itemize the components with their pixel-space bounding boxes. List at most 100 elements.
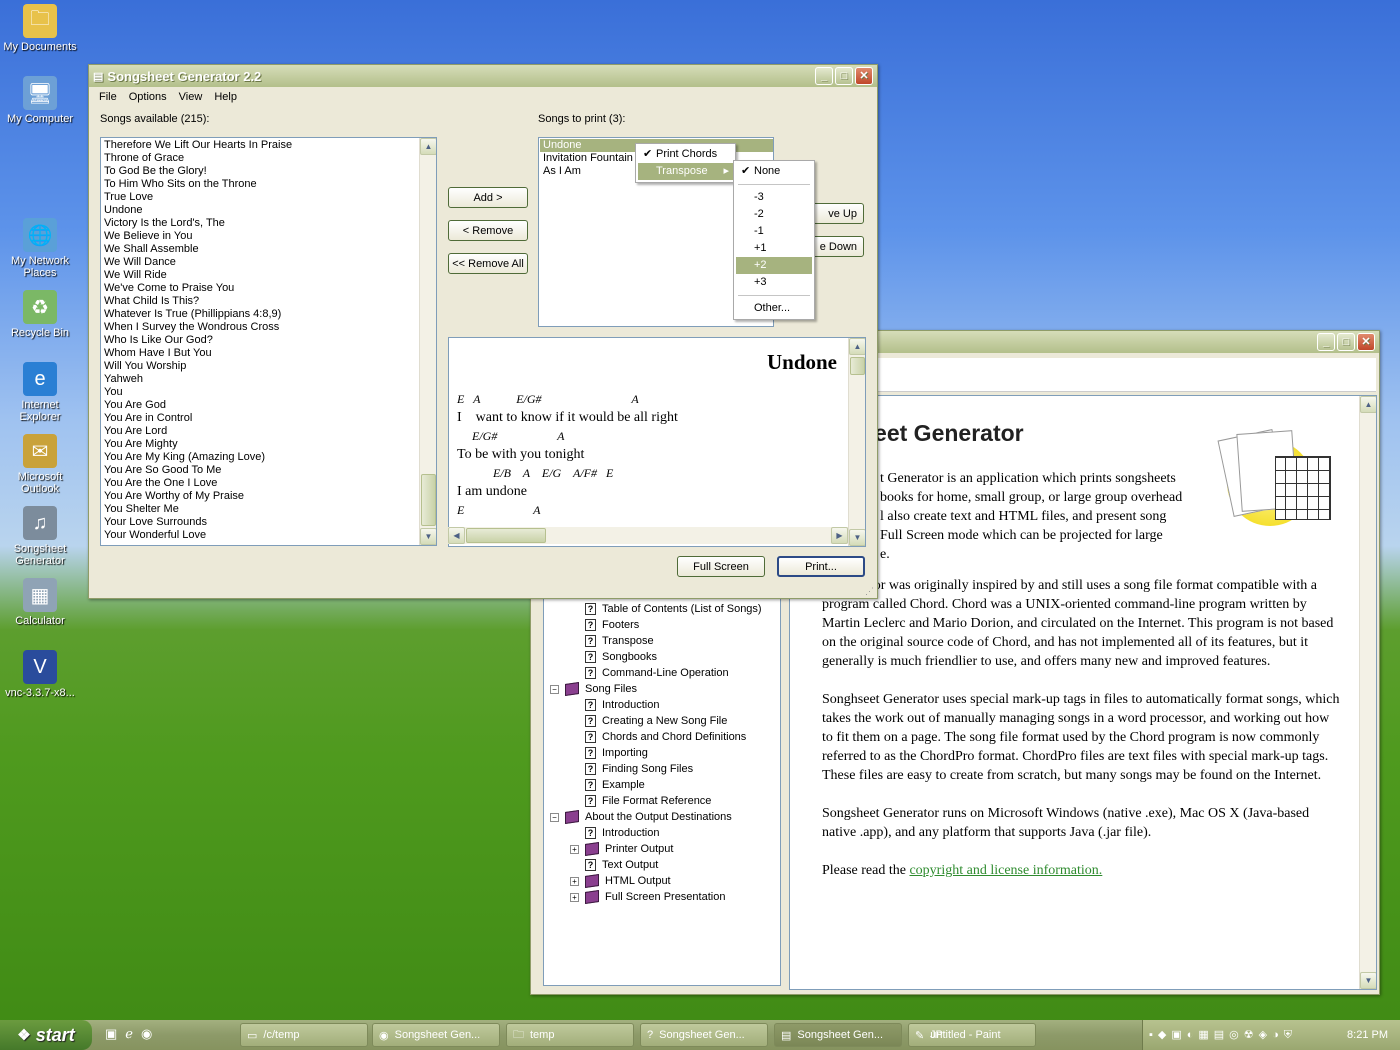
taskbar-button[interactable]: ▤ Songsheet Gen... — [774, 1023, 902, 1047]
taskbar-button[interactable]: 🗀 temp — [506, 1023, 634, 1047]
scroll-down-icon[interactable]: ▼ — [420, 528, 436, 545]
menu-help[interactable]: Help — [208, 91, 243, 103]
desktop-icon-network[interactable]: 🌐 My Network Places — [0, 218, 80, 279]
help-tree-item[interactable]: + HTML Output — [570, 873, 671, 889]
song-list-item[interactable]: To Him Who Sits on the Throne — [101, 178, 436, 191]
help-tree-item[interactable]: + Full Screen Presentation — [570, 889, 725, 905]
help-tree-item[interactable]: ? Creating a New Song File — [570, 713, 727, 729]
scroll-thumb[interactable] — [421, 474, 436, 526]
transpose-option[interactable]: Other... — [736, 300, 812, 317]
help-tree-item[interactable]: ? Text Output — [570, 857, 658, 873]
song-list-item[interactable]: You Shelter Me — [101, 503, 436, 516]
song-list-item[interactable]: Yahweh — [101, 373, 436, 386]
song-list-item[interactable]: You Are My King (Amazing Love) — [101, 451, 436, 464]
help-tree-item[interactable]: + Printer Output — [570, 841, 673, 857]
song-list-item[interactable]: You Are in Control — [101, 412, 436, 425]
preview-hscrollbar[interactable]: ◀ ▶ — [448, 527, 848, 544]
menu-options[interactable]: Options — [123, 91, 173, 103]
help-tree-item[interactable]: ? Introduction — [570, 825, 659, 841]
transpose-option[interactable]: -3 — [736, 189, 812, 206]
ie-quicklaunch-icon[interactable]: ℯ — [125, 1026, 133, 1042]
expand-icon[interactable]: + — [570, 844, 579, 854]
help-tree-item[interactable]: − About the Output Destinations — [550, 809, 732, 825]
song-list-item[interactable]: You Are Mighty — [101, 438, 436, 451]
transpose-option[interactable]: -2 — [736, 206, 812, 223]
tray-icons[interactable]: ▪◆▣◐▦▤◎☢◈◑⛨ — [1149, 1028, 1297, 1042]
add-button[interactable]: Add > — [448, 187, 528, 208]
song-list-item[interactable]: Whatever Is True (Phillippians 4:8,9) — [101, 308, 436, 321]
scroll-up-icon[interactable]: ▲ — [420, 138, 436, 155]
help-tree-item[interactable]: ? Command-Line Operation — [570, 665, 729, 681]
help-tree-item[interactable]: ? Table of Contents (List of Songs) — [570, 601, 762, 617]
collapse-icon[interactable]: − — [550, 684, 559, 694]
desktop-icon-vnc[interactable]: Vvnc-3.3.7-x8... — [0, 650, 80, 699]
song-list-item[interactable]: We Believe in You — [101, 230, 436, 243]
print-chords-menu-item[interactable]: ✔ Print Chords — [638, 146, 733, 163]
help-tree-item[interactable]: ? Transpose — [570, 633, 654, 649]
lang-indicator[interactable]: JP — [930, 1029, 943, 1041]
minimize-icon[interactable]: _ — [1317, 333, 1335, 351]
print-button[interactable]: Print... — [777, 556, 865, 577]
desktop-quicklaunch-icon[interactable]: ▣ — [105, 1026, 117, 1042]
help-tree-item[interactable]: ? Chords and Chord Definitions — [570, 729, 746, 745]
song-list-item[interactable]: True Love — [101, 191, 436, 204]
desktop-icon-outlook[interactable]: ✉ Microsoft Outlook — [0, 434, 80, 495]
song-list-item[interactable]: We Will Ride — [101, 269, 436, 282]
transpose-option[interactable]: +1 — [736, 240, 812, 257]
desktop-icon-computer[interactable]: 🖥 My Computer — [0, 76, 80, 125]
song-list-item[interactable]: What Child Is This? — [101, 295, 436, 308]
song-list-item[interactable]: When I Survey the Wondrous Cross — [101, 321, 436, 334]
song-list-item[interactable]: You Are Worthy of My Praise — [101, 490, 436, 503]
maximize-icon[interactable]: □ — [1337, 333, 1355, 351]
taskbar-button[interactable]: ▭/c/temp — [240, 1023, 368, 1047]
main-titlebar[interactable]: ▤ Songsheet Generator 2.2 _ □ ✕ — [89, 65, 877, 87]
song-list-item[interactable]: Whom Have I But You — [101, 347, 436, 360]
help-tree-item[interactable]: ? Footers — [570, 617, 639, 633]
song-list-item[interactable]: We Will Dance — [101, 256, 436, 269]
songs-available-scrollbar[interactable]: ▲ ▼ — [419, 138, 436, 545]
transpose-option[interactable]: +3 — [736, 274, 812, 291]
song-list-item[interactable]: You Are So Good To Me — [101, 464, 436, 477]
song-list-item[interactable]: You Are the One I Love — [101, 477, 436, 490]
menu-file[interactable]: File — [93, 91, 123, 103]
song-list-item[interactable]: Who Is Like Our God? — [101, 334, 436, 347]
scroll-down-icon[interactable]: ▼ — [849, 529, 865, 546]
transpose-menu-item[interactable]: Transpose ▸ — [638, 163, 733, 180]
full-screen-button[interactable]: Full Screen — [677, 556, 765, 577]
songs-available-list[interactable]: Therefore We Lift Our Hearts In Praise Th… — [100, 137, 437, 546]
desktop-icon-folder[interactable]: 🗀 My Documents — [0, 4, 80, 53]
resize-grip-icon[interactable]: ⋰ — [865, 586, 875, 596]
maximize-icon[interactable]: □ — [835, 67, 853, 85]
help-tree-item[interactable]: ? File Format Reference — [570, 793, 711, 809]
firefox-quicklaunch-icon[interactable]: ◉ — [141, 1026, 152, 1042]
song-list-item[interactable]: Will You Worship — [101, 360, 436, 373]
expand-icon[interactable]: + — [570, 876, 579, 886]
song-list-item[interactable]: You Are Lord — [101, 425, 436, 438]
song-list-item[interactable]: Your Wonderful Love — [101, 529, 436, 542]
minimize-icon[interactable]: _ — [815, 67, 833, 85]
scroll-up-icon[interactable]: ▲ — [849, 338, 865, 355]
song-list-item[interactable]: We Shall Assemble — [101, 243, 436, 256]
help-tree-item[interactable]: ? Introduction — [570, 697, 659, 713]
desktop-icon-songsheet[interactable]: ♫ Songsheet Generator — [0, 506, 80, 567]
close-icon[interactable]: ✕ — [855, 67, 873, 85]
transpose-option[interactable]: +2 — [736, 257, 812, 274]
help-tree-item[interactable]: ? Example — [570, 777, 645, 793]
song-list-item[interactable]: Victory Is the Lord's, The — [101, 217, 436, 230]
song-list-item[interactable]: We've Come to Praise You — [101, 282, 436, 295]
song-list-item[interactable]: You — [101, 386, 436, 399]
remove-button[interactable]: < Remove — [448, 220, 528, 241]
help-tree-item[interactable]: − Song Files — [550, 681, 637, 697]
desktop-icon-ie[interactable]: e Internet Explorer — [0, 362, 80, 423]
scroll-right-icon[interactable]: ▶ — [831, 527, 848, 544]
desktop-icon-recycle-bin[interactable]: ♻ Recycle Bin — [0, 290, 80, 339]
menu-view[interactable]: View — [173, 91, 209, 103]
taskbar-button[interactable]: ✎ untitled - Paint — [908, 1023, 1036, 1047]
help-tree-item[interactable]: ? Songbooks — [570, 649, 657, 665]
collapse-icon[interactable]: − — [550, 812, 559, 822]
song-list-item[interactable]: Therefore We Lift Our Hearts In Praise — [101, 139, 436, 152]
song-list-item[interactable]: To God Be the Glory! — [101, 165, 436, 178]
song-list-item[interactable]: Undone — [101, 204, 436, 217]
song-list-item[interactable]: Throne of Grace — [101, 152, 436, 165]
help-tree-item[interactable]: ? Finding Song Files — [570, 761, 693, 777]
